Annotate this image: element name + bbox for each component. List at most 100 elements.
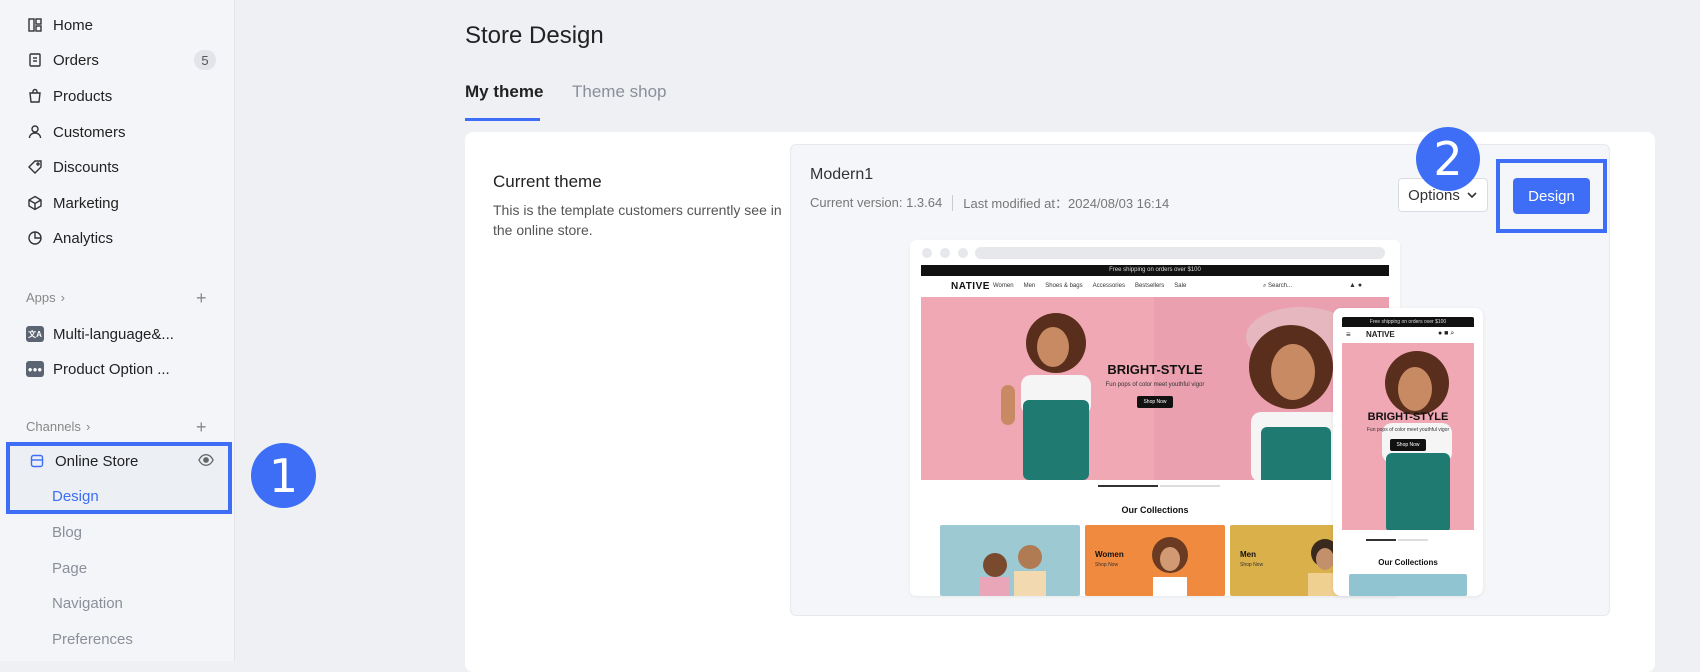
preview-promo-bar: Free shipping on orders over $100 <box>921 265 1389 276</box>
product-option-app-icon: ●●● <box>26 361 44 377</box>
mobile-collections-title: Our Collections <box>1378 558 1438 567</box>
sidebar-item-label: Discounts <box>53 158 119 176</box>
mobile-hero: BRIGHT-STYLE Fun pops of color meet yout… <box>1342 343 1474 530</box>
mobile-promo-bar: Free shipping on orders over $100 <box>1342 317 1474 327</box>
window-dot <box>940 248 950 258</box>
eye-icon[interactable] <box>198 452 214 472</box>
preview-search: ⌕ Search... <box>1263 283 1293 289</box>
sidebar-app-label: Multi-language&... <box>53 325 174 343</box>
sidebar-subitem-page[interactable]: Page <box>52 560 87 577</box>
active-tab-indicator <box>465 118 540 121</box>
sidebar-item-label: Customers <box>53 123 126 141</box>
preview-cart-icon: ▲ ● <box>1349 282 1363 289</box>
tab-theme-shop[interactable]: Theme shop <box>572 82 667 102</box>
meta-divider <box>952 194 954 211</box>
customers-icon <box>26 123 44 141</box>
sidebar-item-analytics[interactable]: Analytics <box>26 226 216 250</box>
multi-language-app-icon: 文A <box>26 326 44 342</box>
theme-last-modified: Last modified at：2024/08/03 16:14 <box>963 196 1170 211</box>
add-channel-plus-icon[interactable]: + <box>196 418 207 436</box>
sidebar-item-online-store[interactable]: Online Store <box>28 449 214 473</box>
add-app-plus-icon[interactable]: + <box>196 289 207 307</box>
discounts-icon <box>26 158 44 176</box>
sidebar-subitem-blog[interactable]: Blog <box>52 524 82 541</box>
preview-collection-link: Shop Now <box>1240 562 1264 568</box>
preview-hero-title: BRIGHT-STYLE <box>1107 362 1203 377</box>
sidebar-item-home[interactable]: Home <box>26 13 216 37</box>
step-2-marker: 2 <box>1416 127 1480 191</box>
sidebar-subitem-navigation[interactable]: Navigation <box>52 595 123 612</box>
preview-collection-tile: Women Shop Now <box>1085 525 1225 596</box>
sidebar-item-label: Analytics <box>53 229 114 247</box>
mobile-theme-preview: Free shipping on orders over $100 ≡ NATI… <box>1333 308 1483 596</box>
channels-section-label: Channels <box>26 419 81 434</box>
preview-url-bar <box>975 247 1385 259</box>
sidebar-app-label: Product Option ... <box>53 360 170 378</box>
preview-logo: NATIVE <box>951 281 990 292</box>
mobile-hero-button: Shop Now <box>1390 439 1426 451</box>
sidebar-item-marketing[interactable]: Marketing <box>26 191 216 215</box>
sidebar-app-multi-language[interactable]: 文A Multi-language&... <box>26 322 174 346</box>
tab-my-theme[interactable]: My theme <box>465 82 543 102</box>
carousel-indicator-active <box>1098 485 1158 487</box>
sidebar-item-label: Orders <box>53 51 99 69</box>
preview-nav-link: Accessories <box>1092 283 1125 289</box>
desktop-theme-preview: Free shipping on orders over $100 NATIVE… <box>910 240 1400 596</box>
home-icon <box>26 16 44 34</box>
sidebar-item-label: Home <box>53 16 94 34</box>
sidebar-item-label: Products <box>53 87 113 105</box>
collection-image <box>1152 537 1188 596</box>
chevron-right-icon: › <box>60 290 65 305</box>
window-dot <box>958 248 968 258</box>
preview-hero-text: BRIGHT-STYLE Fun pops of color meet yout… <box>921 362 1389 408</box>
preview-collection-label: Women <box>1095 550 1124 559</box>
preview-hero-button: Shop Now <box>1137 396 1173 408</box>
sidebar-item-customers[interactable]: Customers <box>26 120 216 144</box>
mobile-site-nav: ≡ NATIVE ● ■ ⌕ <box>1342 327 1474 343</box>
orders-icon <box>26 51 44 69</box>
sidebar-app-product-option[interactable]: ●●● Product Option ... <box>26 357 170 381</box>
page-title: Store Design <box>465 22 604 49</box>
preview-nav-link: Sale <box>1174 283 1187 289</box>
theme-meta: Current version: 1.3.64 Last modified at… <box>810 193 1169 212</box>
preview-nav-link: Bestsellers <box>1134 283 1165 289</box>
apps-section-label: Apps <box>26 290 56 305</box>
chevron-down-icon <box>1467 192 1477 199</box>
preview-nav-link: Women <box>993 283 1014 289</box>
theme-version: Current version: 1.3.64 <box>810 195 943 210</box>
marketing-icon <box>26 194 44 212</box>
mobile-nav-icons: ● ■ ⌕ <box>1438 330 1455 337</box>
analytics-icon <box>26 229 44 247</box>
channels-section-link[interactable]: Channels › <box>26 419 90 434</box>
design-button[interactable]: Design <box>1513 178 1590 214</box>
sidebar-item-products[interactable]: Products <box>26 84 216 108</box>
step-1-marker: 1 <box>251 443 316 508</box>
storefront-icon <box>28 452 46 470</box>
current-theme-description: This is the template customers currently… <box>493 202 782 238</box>
mobile-hero-title: BRIGHT-STYLE <box>1367 411 1449 423</box>
products-icon <box>26 87 44 105</box>
preview-collections-title: Our Collections <box>1121 505 1189 515</box>
sidebar-item-discounts[interactable]: Discounts <box>26 155 216 179</box>
preview-collection-tile <box>940 525 1080 596</box>
mobile-carousel-indicator-active <box>1366 539 1396 541</box>
mobile-collection-image <box>1349 574 1467 596</box>
preview-collection-link: Shop Now <box>1095 562 1119 568</box>
theme-name: Modern1 <box>810 166 874 183</box>
chevron-right-icon: › <box>85 419 91 434</box>
collection-image <box>980 545 1046 596</box>
apps-section-link[interactable]: Apps › <box>26 290 65 305</box>
hamburger-icon: ≡ <box>1346 330 1351 339</box>
mobile-hero-subtitle: Fun pops of color meet youthful vigor <box>1366 427 1450 433</box>
carousel-indicator <box>1160 485 1220 487</box>
preview-nav-links: Women Men Shoes & bags Accessories Bests… <box>993 283 1186 289</box>
sidebar-subitem-design[interactable]: Design <box>52 488 99 505</box>
sidebar-item-orders[interactable]: Orders 5 <box>26 48 216 72</box>
current-theme-heading: Current theme <box>493 172 602 191</box>
preview-nav-link: Shoes & bags <box>1045 283 1083 289</box>
preview-nav-link: Men <box>1023 283 1036 289</box>
preview-collection-label: Men <box>1240 550 1256 559</box>
sidebar-item-label: Online Store <box>55 452 139 470</box>
sidebar-subitem-preferences[interactable]: Preferences <box>52 631 133 648</box>
sidebar: Home Orders 5 Products Customers Discoun… <box>0 0 235 661</box>
